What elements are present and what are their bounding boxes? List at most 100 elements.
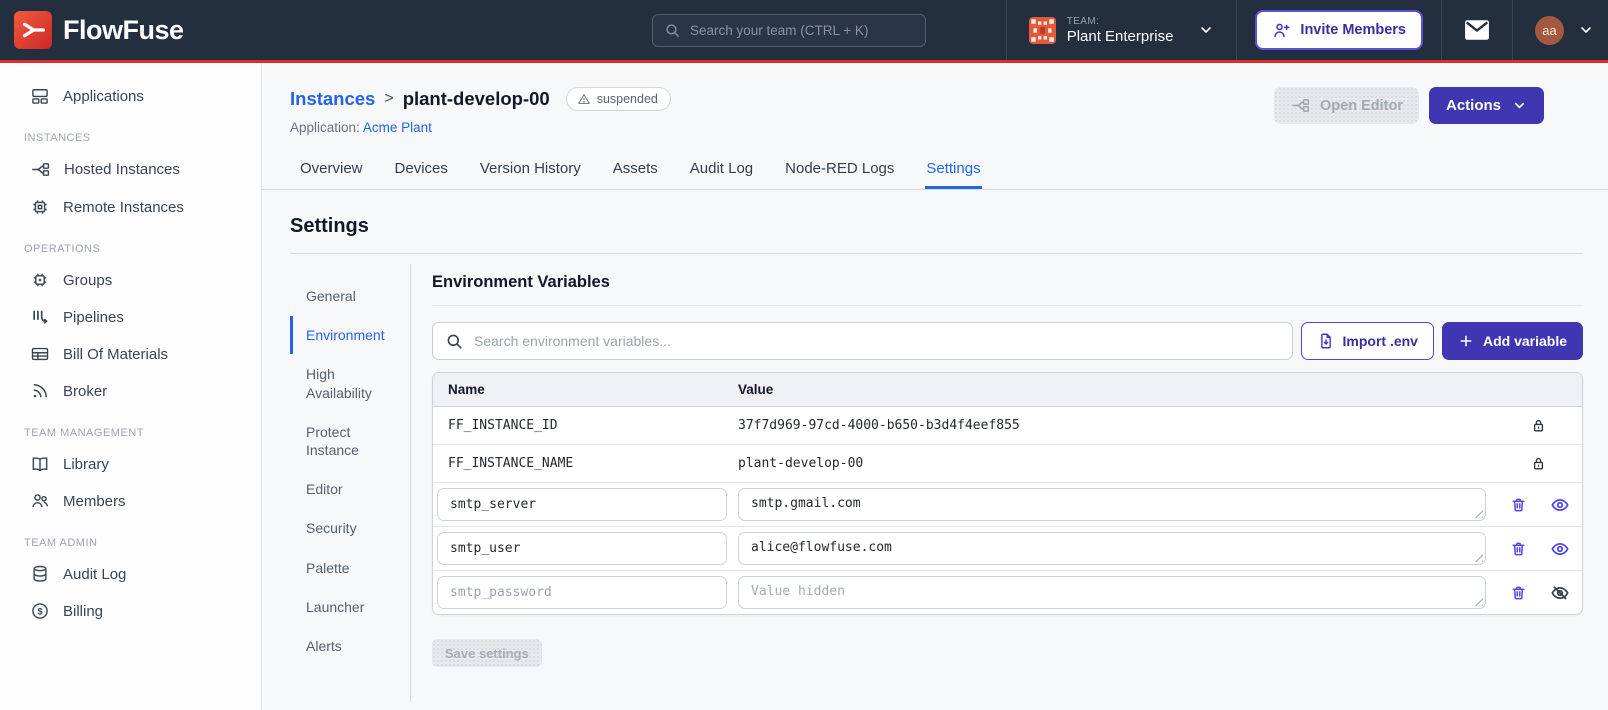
table-row: FF_INSTANCE_NAME plant-develop-00 (433, 445, 1582, 483)
env-name-input[interactable] (437, 488, 727, 521)
sidebar-section-team-management: TEAM MANAGEMENT (24, 427, 144, 439)
subnav-launcher[interactable]: Launcher (290, 588, 410, 626)
env-search-input[interactable] (474, 333, 1280, 349)
main-content: Instances > plant-develop-00 suspended A… (262, 63, 1608, 710)
remote-instances-icon (30, 197, 50, 217)
members-icon (30, 491, 50, 511)
sidebar: Applications INSTANCES Hosted Instances … (0, 63, 262, 710)
subnav-protect-instance[interactable]: Protect Instance (290, 413, 410, 469)
table-row (433, 571, 1582, 614)
tab-devices[interactable]: Devices (394, 150, 449, 189)
env-name-input[interactable] (437, 532, 727, 565)
open-editor-label: Open Editor (1320, 97, 1403, 114)
settings-divider (290, 253, 1583, 254)
sidebar-item-label: Groups (63, 271, 113, 289)
tab-node-red-logs[interactable]: Node-RED Logs (784, 150, 895, 189)
sidebar-item-members[interactable]: Members (0, 483, 261, 519)
header-actions: Open Editor Actions (1274, 87, 1544, 135)
import-env-button[interactable]: Import .env (1300, 322, 1434, 360)
sidebar-item-billing[interactable]: $ Billing (0, 593, 261, 629)
application-line: Application: Acme Plant (290, 120, 671, 135)
tab-assets[interactable]: Assets (612, 150, 659, 189)
instance-tabs: Overview Devices Version History Assets … (262, 150, 1608, 190)
save-settings-button[interactable]: Save settings (432, 639, 542, 667)
tab-version-history[interactable]: Version History (479, 150, 582, 189)
chevron-down-icon (1512, 98, 1527, 113)
eye-icon[interactable] (1550, 539, 1570, 559)
team-selector[interactable]: TEAM: Plant Enterprise (1007, 0, 1237, 60)
sidebar-section-instances: INSTANCES (24, 132, 91, 144)
sidebar-item-library[interactable]: Library (0, 446, 261, 482)
eye-icon[interactable] (1550, 495, 1570, 515)
sidebar-item-bill-of-materials[interactable]: Bill Of Materials (0, 336, 261, 372)
sidebar-item-remote-instances[interactable]: Remote Instances (0, 189, 261, 225)
env-name-input[interactable] (437, 576, 727, 609)
invite-members-label: Invite Members (1300, 22, 1406, 38)
sidebar-item-label: Bill Of Materials (63, 345, 169, 363)
team-label: TEAM: (1066, 15, 1100, 27)
env-value: 37f7d969-97cd-4000-b650-b3d4f4eef855 (738, 418, 1020, 433)
breadcrumb-separator: > (384, 90, 394, 107)
env-value-textarea[interactable]: smtp.gmail.com (738, 488, 1486, 521)
env-search[interactable] (432, 322, 1293, 360)
env-value-textarea[interactable]: alice@flowfuse.com (738, 532, 1486, 565)
sidebar-item-audit-log[interactable]: Audit Log (0, 556, 261, 592)
chevron-down-icon (1578, 22, 1594, 38)
search-icon (664, 22, 681, 39)
eye-off-icon[interactable] (1550, 583, 1570, 603)
bill-of-materials-icon (30, 344, 50, 364)
sidebar-item-hosted-instances[interactable]: Hosted Instances (0, 151, 261, 188)
sidebar-item-label: Billing (63, 602, 104, 620)
subnav-environment[interactable]: Environment (290, 316, 410, 355)
tab-overview[interactable]: Overview (299, 150, 364, 189)
open-editor-button[interactable]: Open Editor (1274, 87, 1419, 124)
delete-variable-icon[interactable] (1510, 540, 1527, 558)
billing-icon: $ (30, 601, 50, 621)
tab-audit-log[interactable]: Audit Log (689, 150, 754, 189)
user-menu[interactable]: aa (1513, 15, 1594, 45)
subnav-general[interactable]: General (290, 277, 410, 315)
broker-icon (30, 381, 50, 401)
table-row: FF_INSTANCE_ID 37f7d969-97cd-4000-b650-b… (433, 407, 1582, 445)
tab-settings[interactable]: Settings (925, 150, 981, 189)
sidebar-item-applications[interactable]: Applications (0, 78, 261, 114)
subnav-editor[interactable]: Editor (290, 470, 410, 508)
delete-variable-icon[interactable] (1510, 584, 1527, 602)
env-value-textarea[interactable] (738, 576, 1486, 609)
sidebar-item-groups[interactable]: Groups (0, 262, 261, 298)
sidebar-section-operations: OPERATIONS (24, 243, 101, 255)
column-name: Name (448, 382, 485, 397)
breadcrumb-instances-link[interactable]: Instances (290, 88, 375, 110)
flowfuse-logo-icon (14, 11, 52, 49)
team-search-input[interactable] (690, 23, 914, 38)
chevron-down-icon (1198, 22, 1214, 38)
pipelines-icon (30, 307, 50, 327)
invite-members-button[interactable]: Invite Members (1257, 12, 1421, 48)
open-editor-icon (1290, 95, 1311, 116)
application-link[interactable]: Acme Plant (363, 120, 432, 135)
table-row: smtp.gmail.com (433, 483, 1582, 527)
import-env-label: Import .env (1342, 333, 1418, 349)
brand-name: FlowFuse (63, 14, 184, 45)
breadcrumb: Instances > plant-develop-00 suspended (290, 87, 671, 111)
env-name: FF_INSTANCE_NAME (448, 456, 574, 471)
notifications-button[interactable] (1442, 0, 1512, 60)
sidebar-item-broker[interactable]: Broker (0, 373, 261, 409)
team-search[interactable] (652, 14, 926, 47)
add-variable-button[interactable]: Add variable (1441, 322, 1583, 360)
library-icon (30, 454, 50, 474)
subnav-security[interactable]: Security (290, 509, 410, 547)
flowfuse-logo[interactable]: FlowFuse (0, 11, 184, 49)
document-download-icon (1317, 332, 1335, 350)
subnav-palette[interactable]: Palette (290, 549, 410, 587)
actions-button[interactable]: Actions (1428, 87, 1544, 124)
warning-icon (577, 92, 591, 106)
subnav-alerts[interactable]: Alerts (290, 627, 410, 665)
sidebar-item-label: Broker (63, 382, 108, 400)
sidebar-item-label: Applications (63, 87, 144, 105)
sidebar-item-label: Audit Log (63, 565, 127, 583)
hosted-instances-icon (30, 159, 51, 180)
delete-variable-icon[interactable] (1510, 496, 1527, 514)
sidebar-item-pipelines[interactable]: Pipelines (0, 299, 261, 335)
subnav-high-availability[interactable]: High Availability (290, 355, 410, 411)
